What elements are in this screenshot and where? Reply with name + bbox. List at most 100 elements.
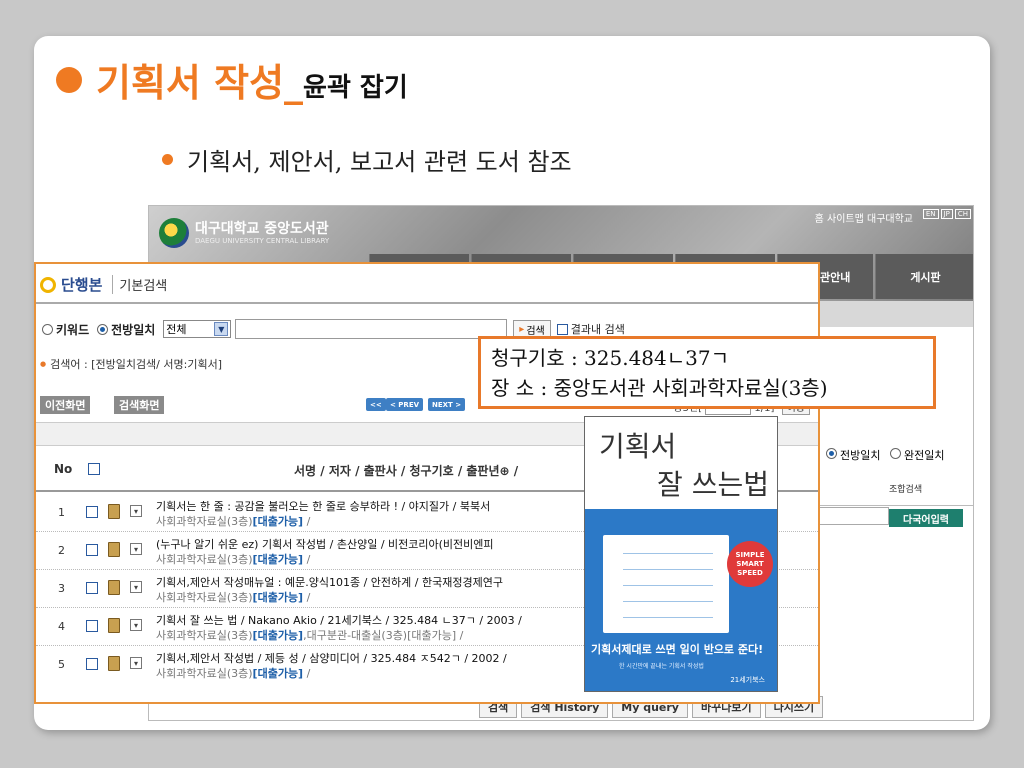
call-number-line: 청구기호 : 325.484ㄴ37ㄱ [491,346,730,370]
row-status[interactable]: [대출가능] [253,629,304,642]
row-number: 3 [58,582,65,595]
row-location: 사회과학자료실(3층)[대출가능] / [156,665,310,681]
prefix-match-radio[interactable] [826,448,837,459]
prev-page-button[interactable]: < PREV [386,398,424,411]
search-input[interactable] [235,319,508,339]
row-loc-text: 사회과학자료실(3층) [156,553,253,566]
row-checkbox[interactable] [86,620,98,632]
prev-screen-button[interactable]: 이전화면 [40,396,91,414]
book-icon [108,656,120,671]
row-location: 사회과학자료실(3층)[대출가능] / [156,551,310,567]
notepad-illustration-icon [603,535,729,633]
row-checkbox[interactable] [86,506,98,518]
prefix-radio[interactable] [97,323,109,335]
badge-speed: SPEED [737,568,763,577]
row-title[interactable]: 기획서 잘 쓰는 법 / Nakano Akio / 21세기북스 / 325.… [156,612,522,628]
title-sub: 윤곽 잡기 [303,73,408,103]
combined-search-link[interactable]: 조합검색 [889,482,922,495]
row-number: 1 [58,506,65,519]
field-select[interactable]: 전체 ▼ [163,320,232,338]
panel-title: 단행본 [61,276,103,294]
row-title[interactable]: 기획서는 한 줄 : 공감을 불러오는 한 줄로 승부하라 ! / 야지질가 /… [156,498,490,514]
expand-icon[interactable]: ▾ [130,619,142,631]
row-tail: / [303,667,311,680]
row-checkbox[interactable] [86,582,98,594]
book-icon [108,618,120,633]
title-main: 기획서 작성_ [96,60,304,105]
row-status[interactable]: [대출가능] [253,667,304,680]
title-bullet-icon [56,66,82,93]
row-checkbox[interactable] [86,658,98,670]
row-status[interactable]: [대출가능] [253,591,304,604]
row-checkbox[interactable] [86,544,98,556]
row-location: 사회과학자료실(3층)[대출가능] / [156,589,310,605]
panel-subtitle: 기본검색 [112,275,167,294]
keyword-radio[interactable] [42,323,53,335]
multilang-input-button[interactable]: 다국어입력 [889,509,963,527]
badge-simple: SIMPLE [735,550,765,559]
row-location: 사회과학자료실(3층)[대출가능] / [156,513,310,529]
row-tail: / [303,553,311,566]
search-screen-button[interactable]: 검색화면 [114,396,165,414]
exact-match-radio[interactable] [889,448,901,459]
bullet-dot-icon [162,154,173,165]
row-number: 4 [58,620,65,633]
book-icon [108,542,120,557]
lang-ch-button[interactable]: CH [954,209,971,219]
chevron-down-icon: ▼ [214,322,229,336]
match-options: 전방일치 완전일치 [826,447,944,463]
book-title-1: 기획서 [599,430,677,463]
book-cover-art: SIMPLE SMART SPEED 기획서제대로 쓰면 일이 반으로 준다! … [585,509,777,691]
row-number: 5 [58,658,65,671]
location-line: 장 소 : 중앙도서관 사회과학자료실(3층) [491,376,828,400]
first-page-button[interactable]: << [366,398,386,411]
next-page-button[interactable]: NEXT > [428,398,466,411]
select-all-checkbox[interactable] [88,463,100,475]
field-select-value: 전체 [166,323,187,336]
call-number-callout: 청구기호 : 325.484ㄴ37ㄱ 장 소 : 중앙도서관 사회과학자료실(3… [478,336,936,409]
row-loc-text: 사회과학자료실(3층) [156,515,253,528]
header-title: 서명 / 저자 / 출판사 / 청구기호 / 출판년⊕ / [294,464,519,478]
row-title[interactable]: (누구나 알기 쉬운 ez) 기획서 작성법 / 촌산양일 / 비전코리아(비전… [156,536,494,552]
row-loc-text: 사회과학자료실(3층) [156,667,253,680]
lang-en-button[interactable]: EN [922,209,939,219]
row-loc-text: 사회과학자료실(3층) [156,629,253,642]
lang-jp-button[interactable]: JP [940,209,953,219]
expand-icon[interactable]: ▾ [130,581,142,593]
library-name-en: DAEGU UNIVERSITY CENTRAL LIBRARY [195,237,330,245]
expand-icon[interactable]: ▾ [130,505,142,517]
library-logo[interactable]: 대구대학교 중앙도서관 DAEGU UNIVERSITY CENTRAL LIB… [159,218,329,248]
slide-bullet: 기획서, 제안서, 보고서 관련 도서 참조 [162,142,572,177]
expand-icon[interactable]: ▾ [130,543,142,555]
prefix-match-label: 전방일치 [840,449,881,462]
nav-tab-board[interactable]: 게시판 [875,254,973,299]
exact-match-label: 완전일치 [903,449,945,462]
expand-icon[interactable]: ▾ [130,657,142,669]
row-tail: ,대구분관-대출실(3층)[대출가능] / [303,629,464,642]
row-status[interactable]: [대출가능] [253,515,304,528]
side-search-input[interactable] [809,507,889,525]
in-result-checkbox[interactable] [556,323,568,335]
slide-title: 기획서 작성_ 윤곽 잡기 [56,52,408,107]
row-location: 사회과학자료실(3층)[대출가능],대구분관-대출실(3층)[대출가능] / [156,627,463,643]
row-title[interactable]: 기획서,제안서 작성법 / 제등 성 / 삼양미디어 / 325.484 ㅈ54… [156,650,507,666]
book-icon [108,504,120,519]
top-links[interactable]: 홈 사이트맵 대구대학교 [815,210,913,225]
row-number: 2 [58,544,65,557]
library-name-kr: 대구대학교 중앙도서관 [195,221,329,237]
book-title-2: 잘 쓰는법 [657,468,769,501]
library-subnav [809,301,973,327]
book-cover: 기획서 잘 쓰는법 SIMPLE SMART SPEED 기획서제대로 쓰면 일… [584,416,778,692]
row-status[interactable]: [대출가능] [253,553,304,566]
keyword-label: 키워드 [56,322,90,337]
book-badge: SIMPLE SMART SPEED [727,541,773,587]
header-no: No [54,462,73,476]
row-tail: / [303,591,311,604]
language-buttons: EN JP CH [922,209,971,219]
row-title[interactable]: 기획서,제안서 작성매뉴얼 : 예문.양식101종 / 안전하계 / 한국재정경… [156,574,503,590]
panel-header: 단행본 기본검색 [40,274,167,295]
university-emblem-icon [159,218,189,248]
book-publisher: 21세기북스 [730,676,765,684]
header-divider [36,302,818,304]
in-result-label: 결과내 검색 [570,323,625,336]
